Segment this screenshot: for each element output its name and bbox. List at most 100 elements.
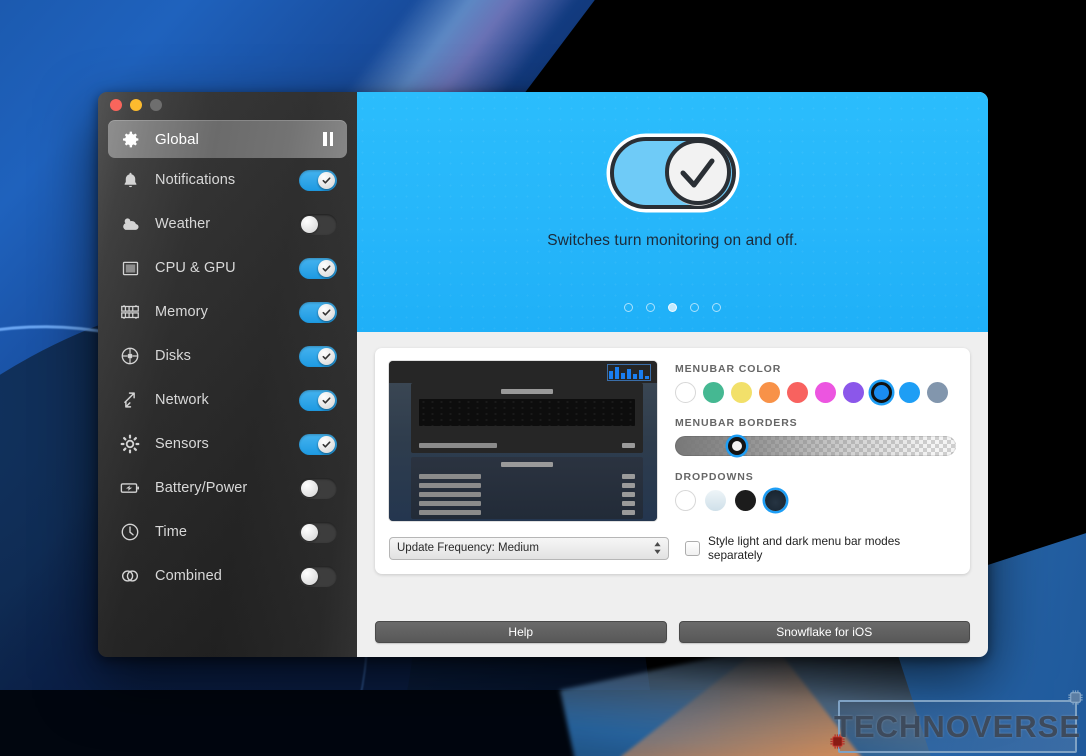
color-swatch-slate[interactable] xyxy=(927,382,948,403)
sidebar-item-label: CPU & GPU xyxy=(155,260,236,276)
rings-icon xyxy=(118,564,142,588)
onboarding-banner: Switches turn monitoring on and off. xyxy=(357,92,988,332)
preview-panel-1 xyxy=(411,383,643,453)
sidebar-item-label: Memory xyxy=(155,304,208,320)
preview-menubar xyxy=(389,361,657,383)
toggle-battery-power[interactable] xyxy=(299,477,337,499)
menubar-color-swatches[interactable] xyxy=(675,382,956,403)
toggle-combined[interactable] xyxy=(299,565,337,587)
sidebar-item-notifications[interactable]: Notifications xyxy=(108,158,347,202)
pause-icon[interactable] xyxy=(323,132,333,146)
toggle-sensors[interactable] xyxy=(299,433,337,455)
color-swatch-purple[interactable] xyxy=(843,382,864,403)
carousel-dot-2[interactable] xyxy=(646,303,655,312)
sidebar-item-disks[interactable]: Disks xyxy=(108,334,347,378)
color-swatch-white[interactable] xyxy=(675,382,696,403)
battery-icon xyxy=(118,476,142,500)
toggle-disks[interactable] xyxy=(299,345,337,367)
sidebar-nav-list: Global Notifications Weather CPU & GPU M… xyxy=(98,120,357,598)
settings-card: MENUBAR COLOR MENUBAR BORDERS DROPDOWNS … xyxy=(375,348,970,574)
minimize-button[interactable] xyxy=(130,99,142,111)
style-separately-row[interactable]: Style light and dark menu bar modes sepa… xyxy=(685,534,956,562)
dropdown-swatch-white[interactable] xyxy=(675,490,696,511)
switch-illustration-icon xyxy=(603,130,743,216)
update-frequency-select[interactable]: Update Frequency: Medium xyxy=(389,536,670,560)
chip-icon-right xyxy=(1066,688,1085,707)
sidebar-item-label: Network xyxy=(155,392,209,408)
window-titlebar xyxy=(98,92,357,118)
sidebar-item-label: Combined xyxy=(155,568,222,584)
carousel-dots[interactable] xyxy=(624,303,721,312)
sidebar-item-combined[interactable]: Combined xyxy=(108,554,347,598)
content-panel: Switches turn monitoring on and off. MEN… xyxy=(357,92,988,657)
footer-buttons: Help Snowflake for iOS xyxy=(357,609,988,657)
menubar-borders-label: MENUBAR BORDERS xyxy=(675,417,798,429)
sidebar-item-label: Global xyxy=(155,130,199,148)
dropdowns-label: DROPDOWNS xyxy=(675,471,754,483)
chip-icon-left xyxy=(828,732,847,751)
color-swatch-orange[interactable] xyxy=(759,382,780,403)
sidebar-item-cpu-gpu[interactable]: CPU & GPU xyxy=(108,246,347,290)
menubar-borders-slider[interactable] xyxy=(675,436,956,456)
sidebar-item-memory[interactable]: Memory xyxy=(108,290,347,334)
watermark: TECHNOVERSE xyxy=(830,690,1083,753)
color-swatch-blue[interactable] xyxy=(899,382,920,403)
help-button[interactable]: Help xyxy=(375,621,667,643)
sidebar: Global Notifications Weather CPU & GPU M… xyxy=(98,92,357,657)
dropdown-swatch-dark-selected[interactable] xyxy=(765,490,786,511)
toggle-notifications[interactable] xyxy=(299,169,337,191)
sidebar-item-global[interactable]: Global xyxy=(108,120,347,158)
update-frequency-value: Update Frequency: Medium xyxy=(397,542,539,554)
carousel-dot-5[interactable] xyxy=(712,303,721,312)
toggle-weather[interactable] xyxy=(299,213,337,235)
cloud-icon xyxy=(118,212,142,236)
style-separately-checkbox[interactable] xyxy=(685,540,701,556)
snowflake-ios-button[interactable]: Snowflake for iOS xyxy=(678,621,970,643)
menubar-color-label: MENUBAR COLOR xyxy=(675,363,782,375)
toggle-cpu-gpu[interactable] xyxy=(299,257,337,279)
toggle-time[interactable] xyxy=(299,521,337,543)
disk-icon xyxy=(118,344,142,368)
style-separately-label: Style light and dark menu bar modes sepa… xyxy=(708,534,901,562)
close-button[interactable] xyxy=(110,99,122,111)
color-swatch-green[interactable] xyxy=(703,382,724,403)
ram-icon xyxy=(118,300,142,324)
carousel-dot-3[interactable] xyxy=(668,303,677,312)
preview-graph-icon xyxy=(607,364,651,381)
color-swatch-red[interactable] xyxy=(787,382,808,403)
banner-caption: Switches turn monitoring on and off. xyxy=(547,232,798,249)
carousel-dot-4[interactable] xyxy=(690,303,699,312)
color-swatch-custom-selected[interactable] xyxy=(871,382,892,403)
clock-icon xyxy=(118,520,142,544)
watermark-text: TECHNOVERSE xyxy=(834,708,1081,744)
sidebar-item-label: Disks xyxy=(155,348,191,364)
bell-icon xyxy=(118,168,142,192)
color-swatch-yellow[interactable] xyxy=(731,382,752,403)
dropdown-swatch-light[interactable] xyxy=(705,490,726,511)
chevron-updown-icon xyxy=(653,541,662,555)
gear-icon xyxy=(118,127,142,151)
sidebar-item-weather[interactable]: Weather xyxy=(108,202,347,246)
sidebar-item-time[interactable]: Time xyxy=(108,510,347,554)
network-icon xyxy=(118,388,142,412)
sidebar-item-label: Battery/Power xyxy=(155,480,248,496)
sidebar-item-label: Weather xyxy=(155,216,211,232)
sidebar-item-network[interactable]: Network xyxy=(108,378,347,422)
sidebar-item-sensors[interactable]: Sensors xyxy=(108,422,347,466)
zoom-button[interactable] xyxy=(150,99,162,111)
preview-panel-2 xyxy=(411,457,643,519)
sidebar-item-label: Notifications xyxy=(155,172,236,188)
app-window: Global Notifications Weather CPU & GPU M… xyxy=(98,92,988,657)
carousel-dot-1[interactable] xyxy=(624,303,633,312)
toggle-memory[interactable] xyxy=(299,301,337,323)
sidebar-item-label: Time xyxy=(155,524,188,540)
toggle-network[interactable] xyxy=(299,389,337,411)
sidebar-item-label: Sensors xyxy=(155,436,209,452)
theme-preview-image[interactable] xyxy=(389,361,657,521)
sensor-icon xyxy=(118,432,142,456)
dropdown-color-swatches[interactable] xyxy=(675,490,956,511)
dropdown-swatch-black[interactable] xyxy=(735,490,756,511)
slider-thumb[interactable] xyxy=(727,437,746,455)
color-swatch-magenta[interactable] xyxy=(815,382,836,403)
sidebar-item-battery-power[interactable]: Battery/Power xyxy=(108,466,347,510)
